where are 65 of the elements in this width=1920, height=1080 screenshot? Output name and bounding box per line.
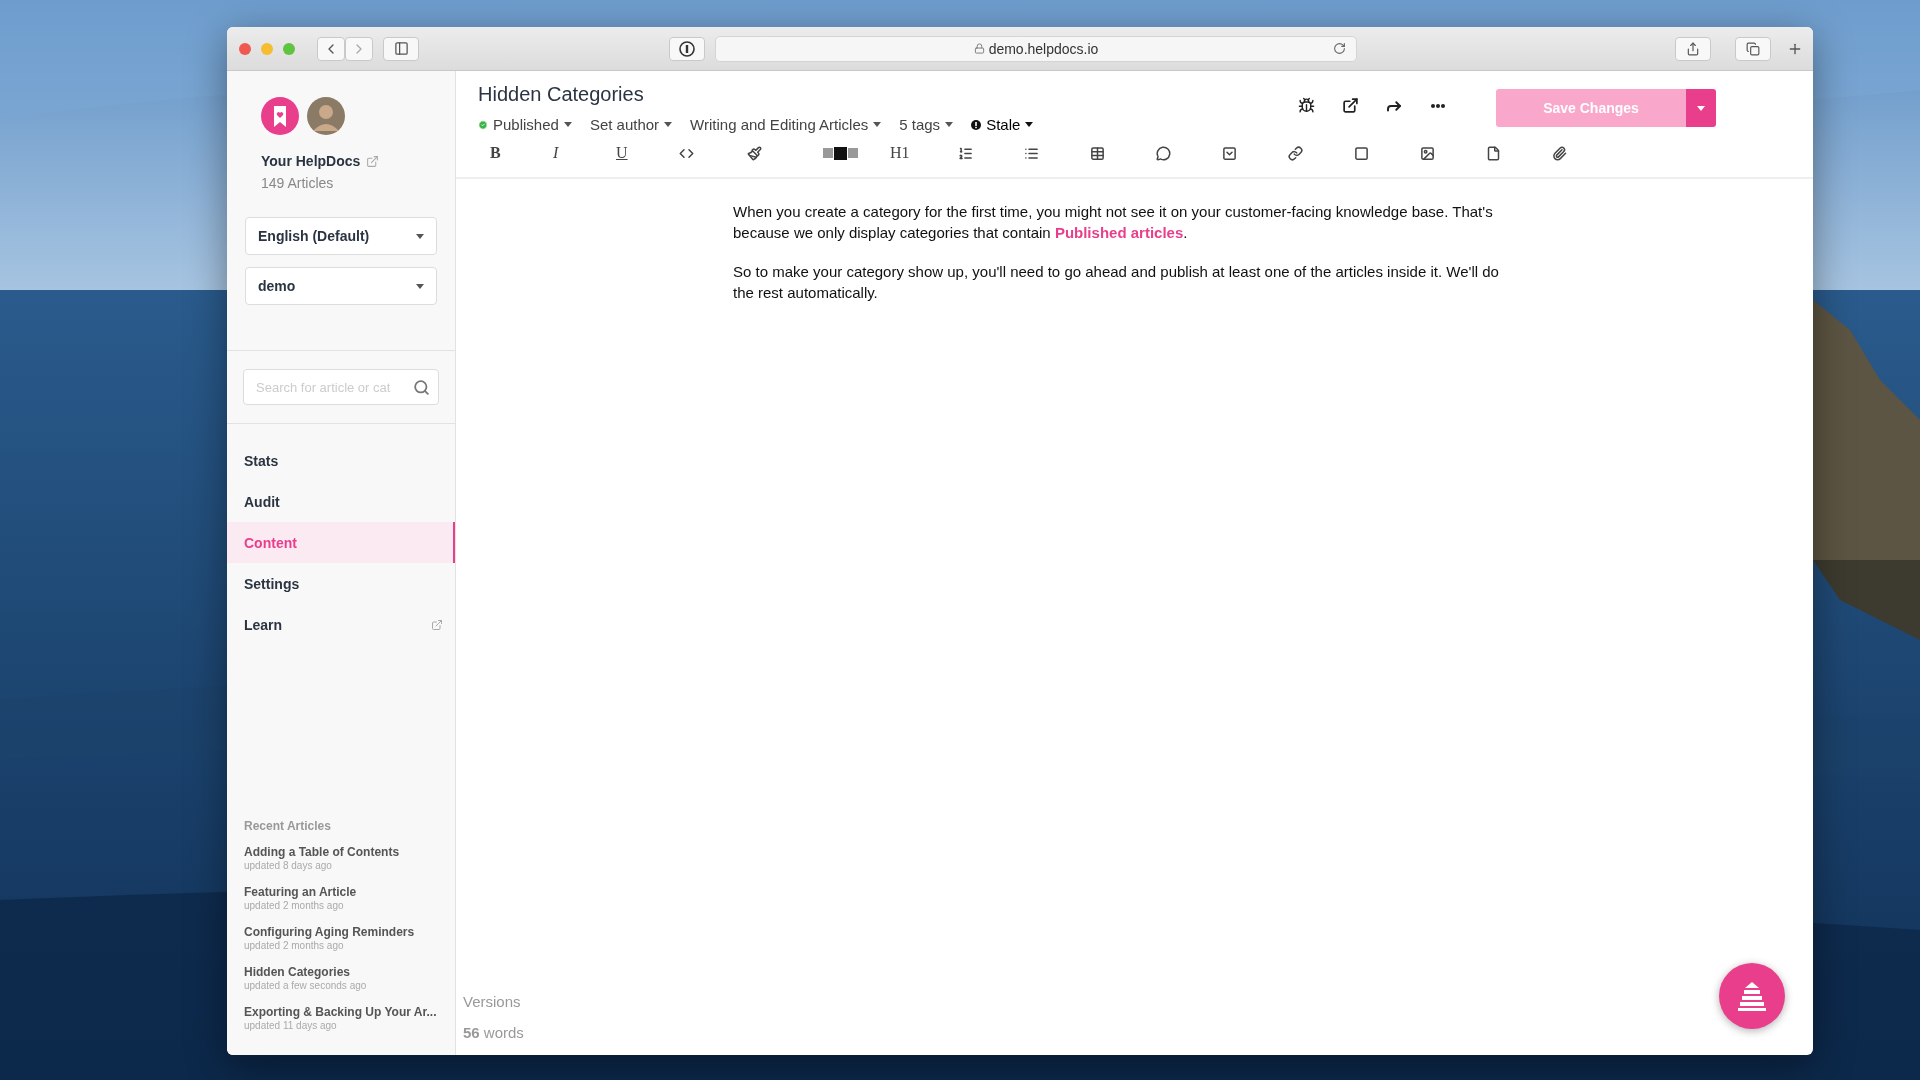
reload-icon[interactable]: [1333, 42, 1346, 55]
share-button[interactable]: [1675, 36, 1711, 61]
bug-icon: [1297, 97, 1315, 114]
address-bar[interactable]: demo.helpdocs.io: [715, 35, 1357, 62]
stale-dropdown[interactable]: Stale: [971, 116, 1034, 133]
logo-icon: [261, 97, 299, 135]
close-button[interactable]: [239, 42, 251, 55]
underline-button[interactable]: U: [604, 144, 667, 162]
avatar: [307, 97, 345, 135]
recent-article-link[interactable]: Adding a Table of Contents: [244, 845, 438, 859]
recent-article-link[interactable]: Hidden Categories: [244, 965, 438, 979]
pagoda-icon: [1735, 979, 1769, 1013]
bold-button[interactable]: B: [478, 144, 541, 162]
recent-article-link[interactable]: Featuring an Article: [244, 885, 438, 899]
site-name: Your HelpDocs: [261, 153, 361, 169]
link-icon: [1288, 145, 1303, 161]
status-dropdown[interactable]: Published: [478, 116, 572, 133]
file-icon: [1486, 145, 1501, 161]
bullet-list-icon: [1024, 145, 1039, 161]
sidebar-icon: [393, 41, 409, 56]
updated-time: updated 2 months ago: [244, 900, 345, 911]
nav-item[interactable]: Stats: [227, 440, 455, 481]
article-count: 149 Articles: [260, 175, 335, 191]
nav-item[interactable]: Settings: [227, 563, 455, 604]
recent-article-link[interactable]: Exporting & Backing Up Your Ar...: [244, 1005, 438, 1019]
alert-icon: [971, 119, 982, 130]
meta-dropdown[interactable]: Set author: [589, 116, 673, 133]
nav-item[interactable]: Learn: [227, 604, 455, 645]
article-paragraph: So to make your category show up, you'll need to go ahead and publish at least one of the articles inside it. We'll do the rest automatically.: [733, 262, 1500, 303]
nav-item[interactable]: Audit: [227, 481, 455, 522]
recent-article-link[interactable]: Configuring Aging Reminders: [244, 925, 438, 939]
word-count: 56 words: [463, 1024, 525, 1041]
language-select[interactable]: English (Default): [245, 217, 437, 255]
keyhole-icon: [679, 40, 695, 57]
share-icon: [1686, 41, 1700, 56]
meta-dropdown[interactable]: Writing and Editing Articles: [690, 116, 882, 133]
updated-time: updated 2 months ago: [244, 940, 345, 951]
dropdown-box-icon: [1222, 145, 1237, 161]
table-icon: [1090, 145, 1105, 161]
search-icon[interactable]: [413, 378, 430, 396]
external-link-icon: [1341, 97, 1359, 114]
tabs-icon: [1746, 41, 1760, 56]
updated-time: updated 11 days ago: [244, 1020, 338, 1031]
updated-time: updated a few seconds ago: [244, 980, 368, 991]
paperclip-icon: [1552, 145, 1567, 161]
workspace-select[interactable]: demo: [245, 267, 437, 305]
italic-button[interactable]: I: [541, 144, 604, 162]
speech-bubble-icon: [1156, 145, 1171, 161]
meta-dropdown[interactable]: 5 tags: [899, 116, 954, 133]
brush-icon: [747, 145, 762, 161]
password-manager-button[interactable]: [669, 36, 705, 61]
numbered-list-icon: [958, 145, 973, 161]
updated-time: updated 8 days ago: [244, 860, 333, 871]
more-icon: [1431, 104, 1445, 108]
article-paragraph: When you create a category for the first time, you might not see it on your customer-facing knowledge base. That's because we only display categories that contain Published articles.: [733, 202, 1494, 243]
sidebar-toggle-button[interactable]: [383, 36, 419, 61]
image-icon: [1420, 145, 1435, 161]
lock-icon: [973, 43, 985, 54]
section-heading: Recent Articles: [244, 819, 332, 833]
tabs-button[interactable]: [1735, 36, 1771, 61]
heading-button[interactable]: H1: [878, 144, 946, 162]
square-icon: [1354, 145, 1369, 161]
check-icon: [478, 119, 488, 130]
color-swatch-button[interactable]: [823, 146, 858, 160]
article-title: Hidden Categories: [478, 83, 645, 106]
